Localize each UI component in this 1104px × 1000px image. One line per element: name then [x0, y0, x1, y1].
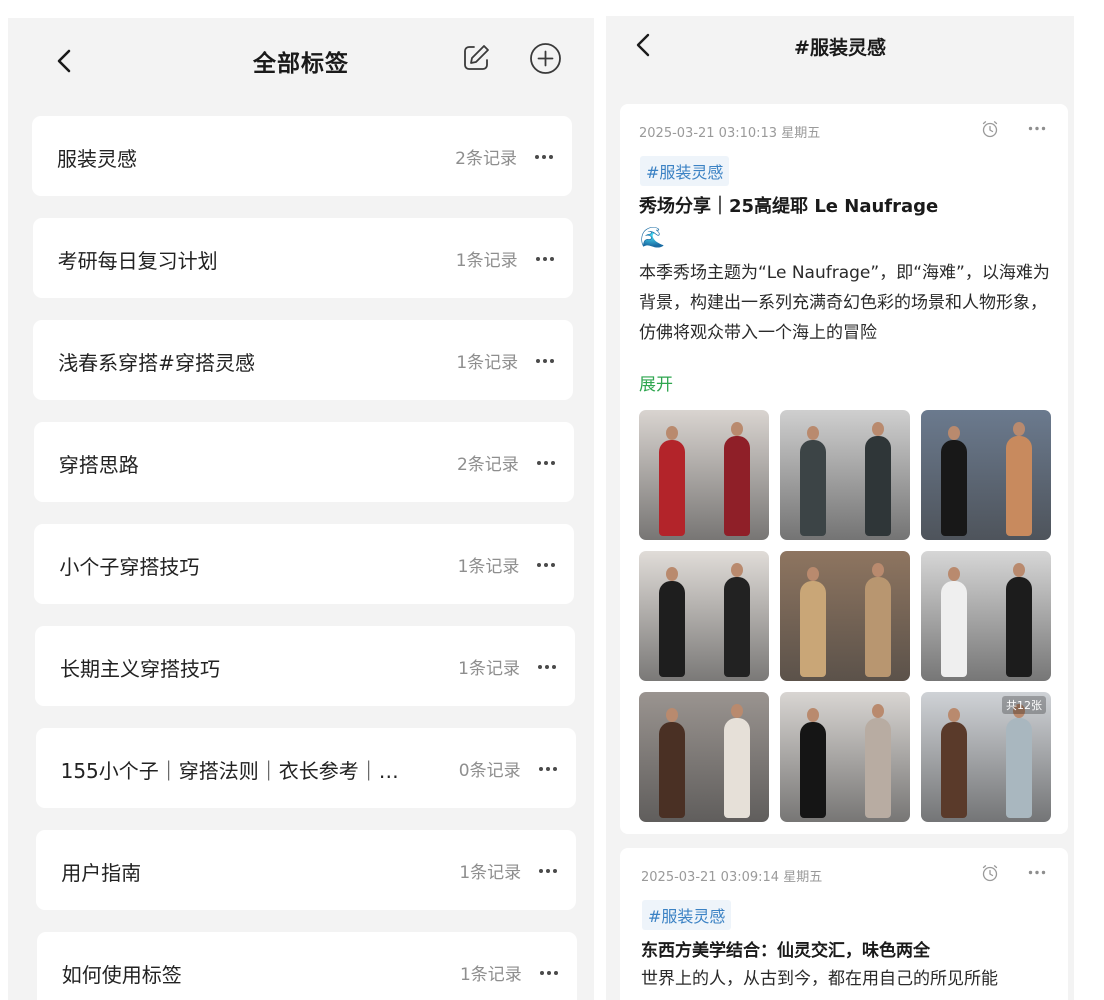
tag-record-count: 1条记录 — [457, 557, 520, 577]
note-timestamp: 2025-03-21 03:10:13 星期五 — [639, 126, 821, 141]
runway-photo[interactable] — [780, 410, 910, 540]
note-body: 世界上的人，从古到今，都在用自己的所见所能 — [641, 969, 998, 989]
note-title: 秀场分享｜25高缇耶 Le Naufrage — [639, 196, 939, 217]
tag-name: 考研每日复习计划 — [57, 249, 218, 273]
tag-row[interactable]: 服装灵感 2条记录 — [32, 116, 572, 196]
runway-photo[interactable] — [780, 692, 910, 822]
runway-photo[interactable] — [921, 551, 1051, 681]
tag-row[interactable]: 浅春系穿搭#穿搭灵感 1条记录 — [33, 320, 574, 400]
tag-row[interactable]: 穿搭思路 2条记录 — [33, 422, 574, 502]
model-figure — [723, 422, 750, 536]
model-figure — [723, 704, 750, 818]
note-card[interactable]: 2025-03-21 03:10:13 星期五 #服装灵感 秀场分享｜25高缇耶… — [620, 104, 1068, 834]
photo-count-badge: 共12张 — [1002, 696, 1046, 714]
tag-name: 用户指南 — [61, 861, 142, 885]
more-dots-icon[interactable] — [536, 562, 556, 568]
tag-name: 长期主义穿搭技巧 — [60, 657, 220, 681]
more-dots-icon[interactable] — [538, 766, 558, 772]
model-figure — [1005, 563, 1032, 677]
tag-row[interactable]: 155小个子｜穿搭法则｜衣长参考｜… 0条记录 — [35, 728, 576, 808]
more-dots-icon[interactable] — [534, 154, 554, 160]
tag-row[interactable]: 用户指南 1条记录 — [36, 830, 577, 910]
tag-record-count: 1条记录 — [455, 251, 518, 271]
page-title: #服装灵感 — [794, 37, 886, 59]
tag-record-count: 0条记录 — [458, 761, 521, 781]
tag-name: 小个子穿搭技巧 — [59, 555, 200, 579]
runway-photo[interactable] — [780, 551, 910, 681]
expand-link[interactable]: 展开 — [639, 370, 673, 395]
model-figure — [864, 563, 891, 677]
note-body: 本季秀场主题为“Le Naufrage”，即“海难”，以海难为背景，构建出一系列… — [639, 263, 1050, 343]
more-dots-icon[interactable] — [1028, 870, 1046, 875]
runway-photo[interactable] — [921, 410, 1051, 540]
all-tags-header: 全部标签 — [8, 18, 594, 114]
note-card[interactable]: 2025-03-21 03:09:14 星期五 #服装灵感 东西方美学结合：仙灵… — [620, 848, 1068, 1000]
tag-list: 服装灵感 2条记录 考研每日复习计划 1条记录 浅春系穿搭#穿搭灵感 1条记录 穿搭思路 2条… — [32, 116, 578, 1000]
more-dots-icon[interactable] — [1028, 126, 1046, 131]
tag-detail-header: #服装灵感 — [606, 16, 1074, 100]
model-figure — [940, 567, 967, 677]
model-figure — [1005, 704, 1032, 818]
model-figure — [723, 563, 750, 677]
tag-name: 服装灵感 — [57, 147, 137, 171]
model-figure — [1005, 422, 1032, 536]
tag-record-count: 1条记录 — [458, 659, 520, 679]
tag-name: 穿搭思路 — [58, 453, 139, 477]
more-dots-icon[interactable] — [538, 868, 558, 874]
model-figure — [799, 426, 826, 536]
tag-record-count: 1条记录 — [456, 353, 519, 373]
tag-record-count: 1条记录 — [459, 965, 522, 985]
tag-name: 如何使用标签 — [61, 963, 182, 987]
alarm-clock-icon[interactable] — [981, 864, 999, 882]
model-figure — [864, 704, 891, 818]
more-dots-icon[interactable] — [537, 664, 557, 670]
tag-row[interactable]: 如何使用标签 1条记录 — [36, 932, 577, 1000]
model-figure — [799, 567, 826, 677]
tag-name: 浅春系穿搭#穿搭灵感 — [58, 351, 255, 375]
model-figure — [940, 708, 967, 818]
more-dots-icon[interactable] — [535, 358, 555, 364]
runway-photo[interactable] — [639, 410, 769, 540]
runway-photo[interactable] — [639, 692, 769, 822]
alarm-clock-icon[interactable] — [981, 120, 999, 138]
model-figure — [940, 426, 967, 536]
more-dots-icon[interactable] — [535, 256, 555, 262]
add-circle-icon[interactable] — [529, 42, 562, 75]
more-dots-icon[interactable] — [539, 970, 559, 976]
model-figure — [864, 422, 891, 536]
tag-record-count: 2条记录 — [455, 149, 517, 169]
runway-photo[interactable]: 共12张 — [921, 692, 1051, 822]
note-timestamp: 2025-03-21 03:09:14 星期五 — [641, 870, 823, 885]
wave-emoji-icon: 🌊 — [640, 225, 665, 249]
tag-chip[interactable]: #服装灵感 — [642, 900, 732, 930]
more-dots-icon[interactable] — [536, 460, 556, 466]
tag-name: 155小个子｜穿搭法则｜衣长参考｜… — [60, 759, 399, 783]
tag-chip[interactable]: #服装灵感 — [640, 156, 730, 186]
tag-row[interactable]: 考研每日复习计划 1条记录 — [32, 218, 573, 298]
model-figure — [658, 426, 685, 536]
tag-row[interactable]: 小个子穿搭技巧 1条记录 — [34, 524, 575, 604]
model-figure — [658, 708, 685, 818]
photo-grid: 共12张 — [639, 410, 1051, 822]
edit-icon[interactable] — [460, 42, 492, 74]
model-figure — [799, 708, 826, 818]
page-title: 全部标签 — [253, 51, 349, 77]
tag-record-count: 1条记录 — [459, 863, 522, 883]
model-figure — [658, 567, 685, 677]
tag-record-count: 2条记录 — [456, 455, 519, 475]
tag-detail-screen: #服装灵感 2025-03-21 03:10:13 星期五 #服装灵感 秀场分享… — [606, 16, 1074, 1000]
all-tags-screen: 全部标签 服装灵感 2条记录 考研每日复习计划 1条记录 浅春系穿搭#穿搭灵感 1条记录穿… — [8, 18, 594, 1000]
note-title: 东西方美学结合：仙灵交汇，味色两全 — [641, 941, 930, 961]
tag-row[interactable]: 长期主义穿搭技巧 1条记录 — [35, 626, 575, 706]
runway-photo[interactable] — [639, 551, 769, 681]
